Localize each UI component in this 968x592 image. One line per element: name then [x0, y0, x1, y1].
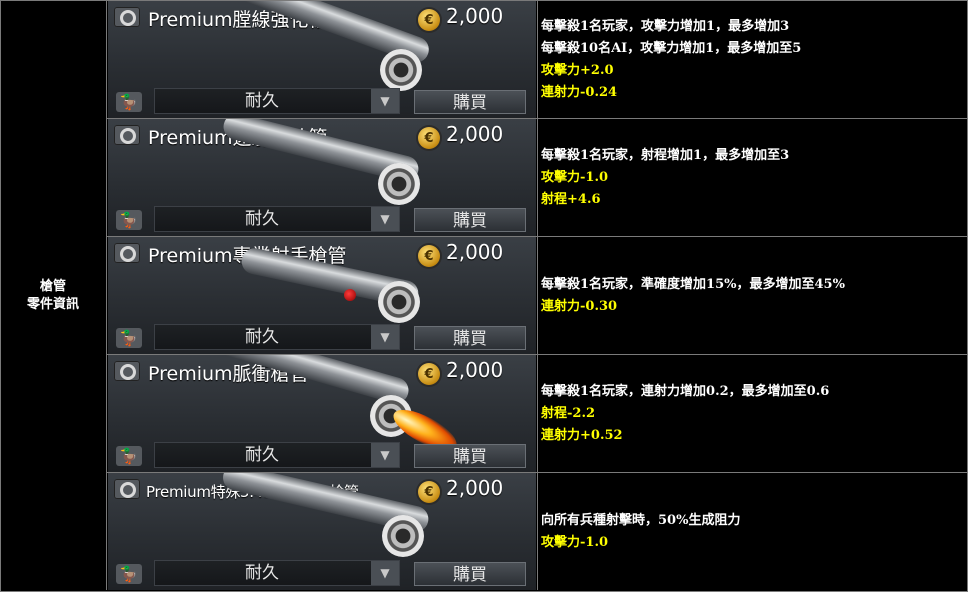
desc-line: 每擊殺1名玩家，射程增加1，最多增加至3 [541, 147, 790, 163]
desc-stat-line: 攻擊力-1.0 [541, 169, 609, 185]
item-card[interactable]: Premium膛線強化槍管 € 2,000 🦆 耐久 ▼ 購買 [108, 1, 536, 118]
desc-stat-line: 攻擊力+2.0 [541, 62, 614, 78]
rank-icon [114, 361, 140, 381]
chevron-down-icon[interactable]: ▼ [371, 443, 399, 467]
chevron-down-icon[interactable]: ▼ [371, 89, 399, 113]
item-card[interactable]: Premium專業射手槍管 € 2,000 🦆 耐久 ▼ 購買 [108, 237, 536, 354]
barrel-muzzle [382, 515, 424, 557]
item-row: Premium脈衝槍管 € 2,000 🦆 耐久 ▼ 購買 每擊殺1名玩家，連射… [108, 355, 966, 472]
durability-label: 耐久 [245, 563, 279, 583]
item-price: 2,000 [446, 358, 504, 382]
item-description: 每擊殺1名玩家，連射力增加0.2，最多增加至0.6 射程-2.2 連射力+0.5… [538, 355, 966, 472]
desc-stat-line: 連射力-0.24 [541, 84, 618, 100]
coin-icon: € [418, 9, 440, 31]
duck-icon[interactable]: 🦆 [116, 92, 142, 112]
duck-icon[interactable]: 🦆 [116, 446, 142, 466]
buy-button[interactable]: 購買 [414, 208, 526, 232]
coin-icon: € [418, 127, 440, 149]
barrel-muzzle [378, 281, 420, 323]
desc-stat-line: 射程+4.6 [541, 191, 601, 207]
category-subtitle: 零件資訊 [26, 296, 79, 312]
item-description: 每擊殺1名玩家，攻擊力增加1，最多增加3 每擊殺10名AI，攻擊力增加1，最多增… [538, 1, 966, 118]
buy-button[interactable]: 購買 [414, 90, 526, 114]
item-price: 2,000 [446, 4, 504, 28]
item-row: Premium特殊5.45X39mm槍管 € 2,000 🦆 耐久 ▼ 購買 向… [108, 473, 966, 590]
duck-icon[interactable]: 🦆 [116, 564, 142, 584]
durability-select[interactable]: 耐久 ▼ [154, 88, 400, 114]
chevron-down-icon[interactable]: ▼ [371, 325, 399, 349]
duck-icon[interactable]: 🦆 [116, 210, 142, 230]
desc-line: 每擊殺1名玩家，連射力增加0.2，最多增加至0.6 [541, 383, 830, 399]
barrel-muzzle [378, 163, 420, 205]
item-action-bar: 🦆 耐久 ▼ 購買 [108, 86, 536, 118]
desc-stat-line: 連射力-0.30 [541, 298, 618, 314]
chevron-down-icon[interactable]: ▼ [371, 561, 399, 585]
coin-icon: € [418, 481, 440, 503]
chevron-down-icon[interactable]: ▼ [371, 207, 399, 231]
buy-button[interactable]: 購買 [414, 562, 526, 586]
item-description: 向所有兵種射擊時，50%生成阻力 攻擊力-1.0 [538, 473, 966, 590]
item-action-bar: 🦆 耐久 ▼ 購買 [108, 558, 536, 590]
durability-label: 耐久 [245, 91, 279, 111]
item-action-bar: 🦆 耐久 ▼ 購買 [108, 204, 536, 236]
durability-select[interactable]: 耐久 ▼ [154, 324, 400, 350]
rank-icon [114, 125, 140, 145]
duck-icon[interactable]: 🦆 [116, 328, 142, 348]
durability-label: 耐久 [245, 327, 279, 347]
desc-stat-line: 射程-2.2 [541, 405, 596, 421]
item-action-bar: 🦆 耐久 ▼ 購買 [108, 440, 536, 472]
item-price: 2,000 [446, 122, 504, 146]
durability-select[interactable]: 耐久 ▼ [154, 442, 400, 468]
durability-label: 耐久 [245, 445, 279, 465]
desc-line: 每擊殺1名玩家，攻擊力增加1，最多增加3 [541, 18, 790, 34]
item-row: Premium專業射手槍管 € 2,000 🦆 耐久 ▼ 購買 每擊殺1名玩家，… [108, 237, 966, 354]
red-dot-marking [344, 289, 356, 301]
item-description: 每擊殺1名玩家，準確度增加15%，最多增加至45% 連射力-0.30 [538, 237, 966, 354]
durability-label: 耐久 [245, 209, 279, 229]
rank-icon [114, 479, 140, 499]
rank-icon [114, 7, 140, 27]
item-description: 每擊殺1名玩家，射程增加1，最多增加至3 攻擊力-1.0 射程+4.6 [538, 119, 966, 236]
item-card[interactable]: Premium脈衝槍管 € 2,000 🦆 耐久 ▼ 購買 [108, 355, 536, 472]
rank-icon [114, 243, 140, 263]
item-card[interactable]: Premium遠射程槍管 € 2,000 🦆 耐久 ▼ 購買 [108, 119, 536, 236]
item-row: Premium遠射程槍管 € 2,000 🦆 耐久 ▼ 購買 每擊殺1名玩家，射… [108, 119, 966, 236]
desc-stat-line: 連射力+0.52 [541, 427, 623, 443]
durability-select[interactable]: 耐久 ▼ [154, 560, 400, 586]
desc-line: 向所有兵種射擊時，50%生成阻力 [541, 512, 741, 528]
grid-divider [106, 1, 107, 590]
durability-select[interactable]: 耐久 ▼ [154, 206, 400, 232]
buy-button[interactable]: 購買 [414, 444, 526, 468]
item-price: 2,000 [446, 476, 504, 500]
desc-line: 每擊殺10名AI，攻擊力增加1，最多增加至5 [541, 40, 802, 56]
category-label: 槍管 零件資訊 [27, 278, 79, 314]
item-row: Premium膛線強化槍管 € 2,000 🦆 耐久 ▼ 購買 每擊殺1名玩家，… [108, 1, 966, 118]
desc-stat-line: 攻擊力-1.0 [541, 534, 609, 550]
desc-line: 每擊殺1名玩家，準確度增加15%，最多增加至45% [541, 276, 845, 292]
item-card[interactable]: Premium特殊5.45X39mm槍管 € 2,000 🦆 耐久 ▼ 購買 [108, 473, 536, 590]
coin-icon: € [418, 245, 440, 267]
buy-button[interactable]: 購買 [414, 326, 526, 350]
category-title: 槍管 [39, 278, 66, 294]
category-cell: 槍管 零件資訊 [1, 1, 105, 590]
barrel-muzzle [380, 49, 422, 91]
coin-icon: € [418, 363, 440, 385]
item-action-bar: 🦆 耐久 ▼ 購買 [108, 322, 536, 354]
item-price: 2,000 [446, 240, 504, 264]
